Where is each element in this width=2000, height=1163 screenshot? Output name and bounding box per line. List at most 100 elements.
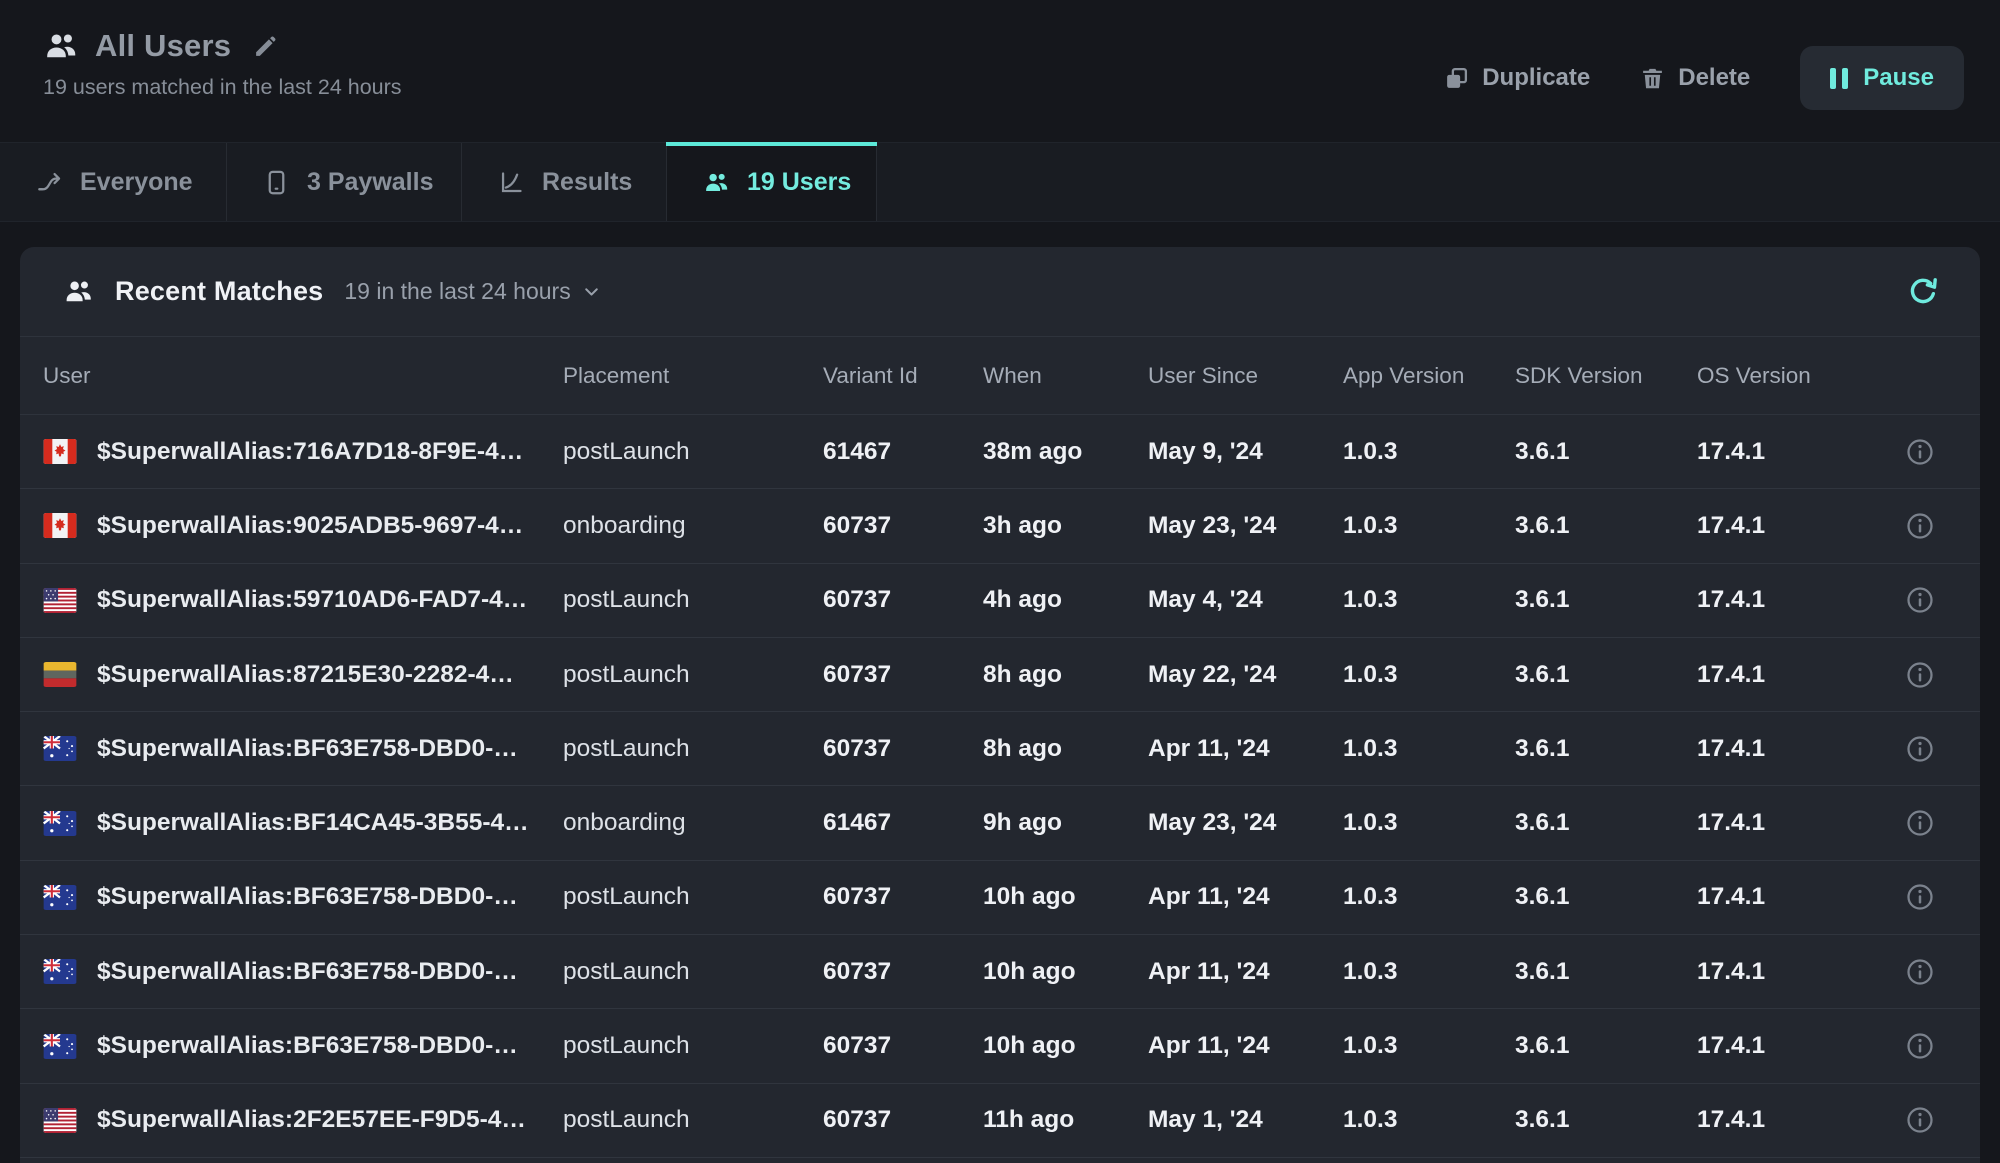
when-cell: 10h ago xyxy=(983,883,1148,911)
col-os-version: OS Version xyxy=(1697,363,1857,389)
when-cell: 38m ago xyxy=(983,438,1148,466)
when-cell: 10h ago xyxy=(983,958,1148,986)
sdk-version-cell: 3.6.1 xyxy=(1515,661,1697,689)
edit-title-icon[interactable] xyxy=(253,34,278,59)
table-row[interactable]: $SuperwallAlias:BF63E758-DBD0-… postLaun… xyxy=(20,712,1980,786)
table-row[interactable]: $SuperwallAlias:2F2E57EE-F9D5-4… postLau… xyxy=(20,1084,1980,1158)
variant-id-cell: 60737 xyxy=(823,586,983,614)
users-icon xyxy=(43,28,79,64)
tab-users[interactable]: 19 Users xyxy=(667,143,877,221)
variant-id-cell: 60737 xyxy=(823,735,983,763)
country-flag-au xyxy=(43,959,77,984)
user-alias: $SuperwallAlias:BF63E758-DBD0-… xyxy=(97,883,518,911)
when-cell: 10h ago xyxy=(983,1032,1148,1060)
placement-cell: postLaunch xyxy=(563,1106,823,1134)
country-flag-us xyxy=(43,1108,77,1133)
variant-id-cell: 60737 xyxy=(823,661,983,689)
tab-everyone[interactable]: Everyone xyxy=(0,143,227,221)
user-alias: $SuperwallAlias:BF14CA45-3B55-4… xyxy=(97,809,529,837)
user-alias: $SuperwallAlias:2F2E57EE-F9D5-4… xyxy=(97,1106,526,1134)
when-cell: 4h ago xyxy=(983,586,1148,614)
user-since-cell: Apr 11, '24 xyxy=(1148,958,1343,986)
os-version-cell: 17.4.1 xyxy=(1697,661,1857,689)
info-icon[interactable] xyxy=(1905,734,1935,764)
table-body: $SuperwallAlias:716A7D18-8F9E-4… postLau… xyxy=(20,415,1980,1158)
phone-icon xyxy=(263,169,290,196)
info-icon[interactable] xyxy=(1905,808,1935,838)
app-version-cell: 1.0.3 xyxy=(1343,1106,1515,1134)
variant-id-cell: 61467 xyxy=(823,809,983,837)
app-version-cell: 1.0.3 xyxy=(1343,586,1515,614)
placement-cell: postLaunch xyxy=(563,1032,823,1060)
time-range-dropdown[interactable]: 19 in the last 24 hours xyxy=(344,278,601,305)
pause-button[interactable]: Pause xyxy=(1800,46,1964,110)
app-version-cell: 1.0.3 xyxy=(1343,512,1515,540)
user-alias: $SuperwallAlias:716A7D18-8F9E-4… xyxy=(97,438,523,466)
panel-title: Recent Matches xyxy=(115,276,323,307)
info-icon[interactable] xyxy=(1905,1105,1935,1135)
table-row[interactable]: $SuperwallAlias:87215E30-2282-4… postLau… xyxy=(20,638,1980,712)
app-version-cell: 1.0.3 xyxy=(1343,809,1515,837)
app-version-cell: 1.0.3 xyxy=(1343,1032,1515,1060)
refresh-icon[interactable] xyxy=(1906,275,1940,309)
sdk-version-cell: 3.6.1 xyxy=(1515,586,1697,614)
when-cell: 3h ago xyxy=(983,512,1148,540)
tab-paywalls[interactable]: 3 Paywalls xyxy=(227,143,462,221)
table-row[interactable]: $SuperwallAlias:BF14CA45-3B55-4… onboard… xyxy=(20,786,1980,860)
info-icon[interactable] xyxy=(1905,1031,1935,1061)
campaign-tabs: Everyone 3 Paywalls Results 19 Users xyxy=(0,142,2000,222)
user-alias: $SuperwallAlias:BF63E758-DBD0-… xyxy=(97,958,518,986)
info-icon[interactable] xyxy=(1905,882,1935,912)
info-icon[interactable] xyxy=(1905,957,1935,987)
placement-cell: postLaunch xyxy=(563,586,823,614)
variant-id-cell: 61467 xyxy=(823,438,983,466)
placement-cell: postLaunch xyxy=(563,661,823,689)
table-row[interactable]: $SuperwallAlias:BF63E758-DBD0-… postLaun… xyxy=(20,935,1980,1009)
placement-cell: postLaunch xyxy=(563,735,823,763)
recent-matches-panel: Recent Matches 19 in the last 24 hours U… xyxy=(20,247,1980,1163)
user-since-cell: May 1, '24 xyxy=(1148,1106,1343,1134)
table-row[interactable]: $SuperwallAlias:59710AD6-FAD7-4… postLau… xyxy=(20,564,1980,638)
user-since-cell: May 9, '24 xyxy=(1148,438,1343,466)
user-since-cell: May 23, '24 xyxy=(1148,809,1343,837)
country-flag-lt xyxy=(43,662,77,687)
user-alias: $SuperwallAlias:9025ADB5-9697-4… xyxy=(97,512,523,540)
user-since-cell: May 23, '24 xyxy=(1148,512,1343,540)
col-placement: Placement xyxy=(563,363,823,389)
duplicate-icon xyxy=(1444,66,1469,91)
when-cell: 9h ago xyxy=(983,809,1148,837)
sdk-version-cell: 3.6.1 xyxy=(1515,512,1697,540)
col-app-version: App Version xyxy=(1343,363,1515,389)
col-user: User xyxy=(43,363,563,389)
user-since-cell: May 22, '24 xyxy=(1148,661,1343,689)
placement-cell: postLaunch xyxy=(563,958,823,986)
table-row[interactable]: $SuperwallAlias:9025ADB5-9697-4… onboard… xyxy=(20,489,1980,563)
info-icon[interactable] xyxy=(1905,585,1935,615)
info-icon[interactable] xyxy=(1905,437,1935,467)
tab-results[interactable]: Results xyxy=(462,143,667,221)
country-flag-ca xyxy=(43,439,77,464)
user-alias: $SuperwallAlias:87215E30-2282-4… xyxy=(97,661,514,689)
user-since-cell: Apr 11, '24 xyxy=(1148,1032,1343,1060)
duplicate-button[interactable]: Duplicate xyxy=(1444,64,1590,92)
variant-id-cell: 60737 xyxy=(823,883,983,911)
col-user-since: User Since xyxy=(1148,363,1343,389)
table-row[interactable]: $SuperwallAlias:716A7D18-8F9E-4… postLau… xyxy=(20,415,1980,489)
os-version-cell: 17.4.1 xyxy=(1697,586,1857,614)
country-flag-us xyxy=(43,588,77,613)
country-flag-ca xyxy=(43,513,77,538)
table-row[interactable]: $SuperwallAlias:BF63E758-DBD0-… postLaun… xyxy=(20,1009,1980,1083)
info-icon[interactable] xyxy=(1905,511,1935,541)
os-version-cell: 17.4.1 xyxy=(1697,809,1857,837)
app-version-cell: 1.0.3 xyxy=(1343,661,1515,689)
sdk-version-cell: 3.6.1 xyxy=(1515,883,1697,911)
app-version-cell: 1.0.3 xyxy=(1343,438,1515,466)
delete-button[interactable]: Delete xyxy=(1640,64,1750,92)
user-since-cell: Apr 11, '24 xyxy=(1148,883,1343,911)
info-icon[interactable] xyxy=(1905,660,1935,690)
when-cell: 8h ago xyxy=(983,735,1148,763)
os-version-cell: 17.4.1 xyxy=(1697,735,1857,763)
table-row[interactable]: $SuperwallAlias:BF63E758-DBD0-… postLaun… xyxy=(20,861,1980,935)
col-when: When xyxy=(983,363,1148,389)
user-alias: $SuperwallAlias:BF63E758-DBD0-… xyxy=(97,735,518,763)
